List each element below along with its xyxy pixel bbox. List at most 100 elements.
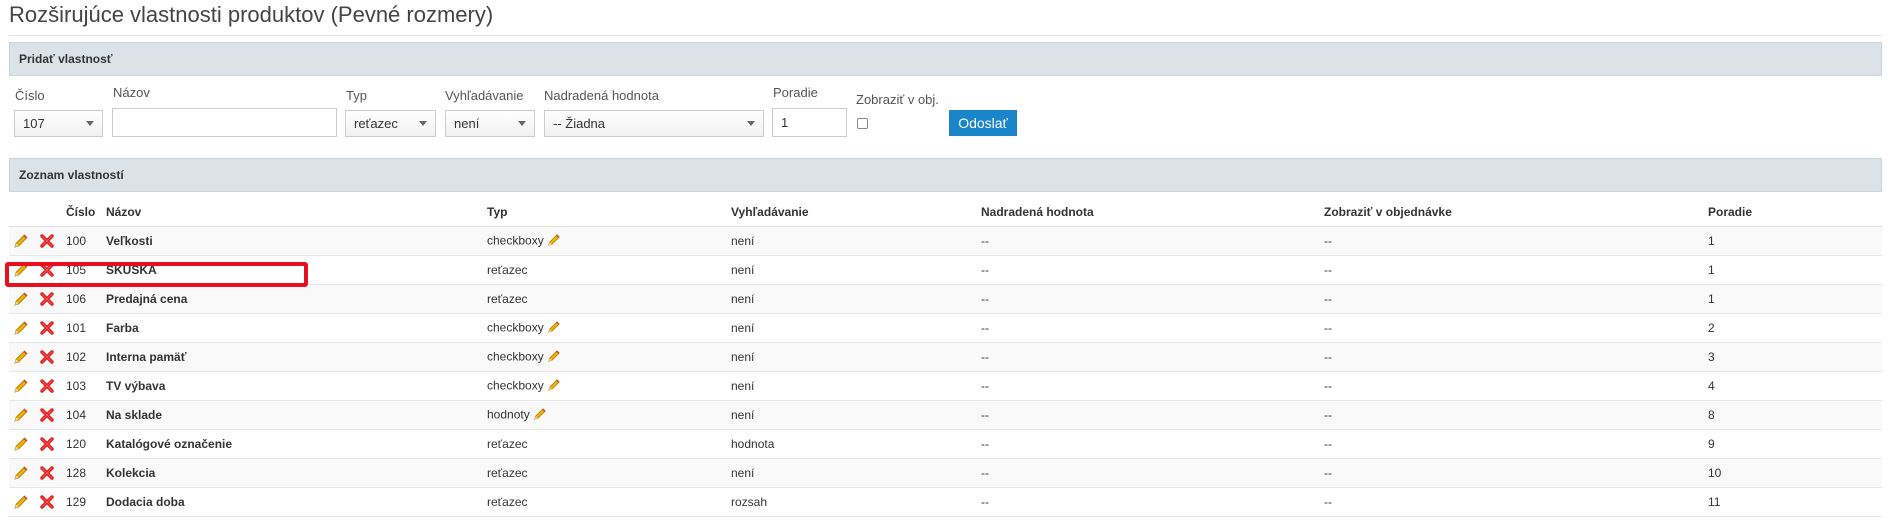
cell-nazov: TV výbava (106, 371, 487, 401)
row-actions (9, 371, 66, 401)
row-actions (9, 487, 66, 517)
pencil-icon[interactable] (547, 233, 561, 250)
typ-link[interactable]: checkboxy (487, 378, 544, 392)
typ-text: reťazec (487, 292, 528, 306)
typ-link[interactable]: hodnoty (487, 407, 530, 421)
column-header-zobrazit: Zobraziť v objednávke (1324, 198, 1708, 227)
pencil-icon[interactable] (13, 436, 29, 452)
cell-typ[interactable]: checkboxy (487, 371, 731, 401)
cell-typ[interactable]: checkboxy (487, 226, 731, 256)
cell-vyhladavanie: není (731, 371, 981, 401)
pencil-icon[interactable] (547, 349, 561, 366)
cell-zobrazit: -- (1324, 487, 1708, 517)
row-actions (9, 313, 66, 343)
pencil-icon[interactable] (13, 320, 29, 336)
pencil-icon[interactable] (547, 378, 561, 395)
cell-poradie: 1 (1708, 255, 1882, 285)
vyhladavanie-select[interactable]: není (445, 110, 535, 137)
pencil-icon[interactable] (13, 233, 29, 249)
nadradena-select[interactable]: -- Žiadna (544, 110, 764, 137)
delete-x-icon[interactable] (39, 291, 55, 307)
delete-x-icon[interactable] (39, 407, 55, 423)
typ-select[interactable]: reťazec (345, 110, 436, 137)
delete-x-icon[interactable] (39, 378, 55, 394)
cell-poradie[interactable]: 1 (1708, 226, 1882, 256)
cell-nadradena: -- (981, 255, 1324, 285)
typ-text: reťazec (487, 263, 528, 277)
cell-vyhladavanie: rozsah (731, 487, 981, 517)
chevron-down-icon (747, 121, 755, 126)
pencil-icon[interactable] (533, 407, 547, 424)
delete-x-icon[interactable] (39, 436, 55, 452)
poradie-label: Poradie (773, 85, 818, 100)
nazov-input[interactable] (112, 108, 337, 137)
typ-text: reťazec (487, 437, 528, 451)
cell-zobrazit: -- (1324, 284, 1708, 314)
pencil-icon[interactable] (13, 291, 29, 307)
cell-nazov: Kolekcia (106, 458, 487, 488)
table-row: 103 TV výbava checkboxy není -- -- 4 (9, 371, 1882, 401)
cislo-select-value: 107 (23, 116, 45, 131)
cell-nazov: Katalógové označenie (106, 429, 487, 459)
typ-link[interactable]: checkboxy (487, 320, 544, 334)
table-row: 120 Katalógové označenie reťazec hodnota… (9, 429, 1882, 459)
submit-button[interactable]: Odoslať (949, 110, 1017, 136)
zobrazit-label: Zobraziť v obj. (856, 92, 939, 107)
table-header-row: Číslo Názov Typ Vyhľadávanie Nadradená h… (9, 198, 1882, 227)
title-divider (9, 35, 1882, 36)
delete-x-icon[interactable] (39, 349, 55, 365)
pencil-icon[interactable] (13, 378, 29, 394)
cell-typ[interactable]: hodnoty (487, 400, 731, 430)
cell-nadradena: -- (981, 429, 1324, 459)
poradie-input[interactable] (772, 108, 847, 137)
zobrazit-checkbox[interactable] (857, 118, 868, 129)
typ-text: reťazec (487, 495, 528, 509)
cell-poradie: 8 (1708, 400, 1882, 430)
pencil-icon[interactable] (13, 349, 29, 365)
cell-zobrazit: -- (1324, 255, 1708, 285)
cell-typ: reťazec (487, 255, 731, 285)
pencil-icon[interactable] (13, 407, 29, 423)
table-row: 129 Dodacia doba reťazec rozsah -- -- 11 (9, 487, 1882, 517)
cell-poradie[interactable]: 1 (1708, 284, 1882, 314)
cislo-select[interactable]: 107 (14, 110, 103, 137)
add-panel-heading: Pridať vlastnosť (9, 42, 1882, 76)
cell-typ: reťazec (487, 429, 731, 459)
cell-typ[interactable]: checkboxy (487, 342, 731, 372)
cell-zobrazit: -- (1324, 313, 1708, 343)
delete-x-icon[interactable] (39, 320, 55, 336)
pencil-icon[interactable] (13, 494, 29, 510)
table-row: 101 Farba checkboxy není -- -- 2 (9, 313, 1882, 343)
table-row: 102 Interna pamäť checkboxy není -- -- 3 (9, 342, 1882, 372)
column-header-poradie: Poradie (1708, 198, 1882, 227)
vyhladavanie-label: Vyhľadávanie (445, 88, 524, 103)
row-actions (9, 458, 66, 488)
actions-header (9, 198, 66, 227)
typ-link[interactable]: checkboxy (487, 349, 544, 363)
column-header-nadradena: Nadradená hodnota (981, 198, 1324, 227)
pencil-icon[interactable] (13, 465, 29, 481)
pencil-icon[interactable] (547, 320, 561, 337)
cell-zobrazit: -- (1324, 458, 1708, 488)
cell-cislo: 120 (66, 429, 106, 459)
nadradena-label: Nadradená hodnota (544, 88, 659, 103)
row-actions (9, 429, 66, 459)
cell-poradie: 9 (1708, 429, 1882, 459)
row-actions (9, 284, 66, 314)
highlight-box (5, 262, 308, 287)
column-header-cislo: Číslo (66, 198, 106, 227)
column-header-vyhladavanie: Vyhľadávanie (731, 198, 981, 227)
chevron-down-icon (86, 121, 94, 126)
cell-typ[interactable]: checkboxy (487, 313, 731, 343)
cell-vyhladavanie: není (731, 284, 981, 314)
typ-label: Typ (346, 88, 367, 103)
nazov-label: Názov (113, 85, 150, 100)
delete-x-icon[interactable] (39, 233, 55, 249)
cell-nadradena: -- (981, 400, 1324, 430)
delete-x-icon[interactable] (39, 465, 55, 481)
table-row: 104 Na sklade hodnoty není -- -- 8 (9, 400, 1882, 430)
typ-link[interactable]: checkboxy (487, 233, 544, 247)
delete-x-icon[interactable] (39, 494, 55, 510)
vyhladavanie-select-value: není (454, 116, 480, 131)
cell-vyhladavanie: není (731, 313, 981, 343)
